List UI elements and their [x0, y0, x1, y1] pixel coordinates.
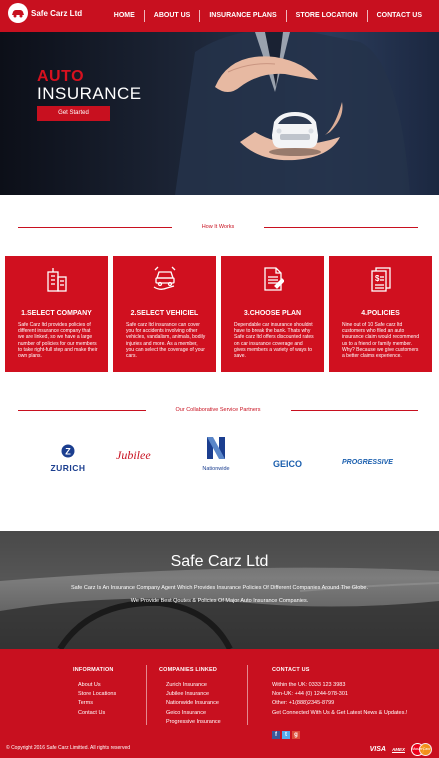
banner-description-1: Safe Carz Is An Insurance Company Agent … — [71, 585, 368, 591]
site-footer: INFORMATION About Us Store Locations Ter… — [0, 649, 439, 758]
hero-banner: AUTO INSURANCE Get Started — [0, 32, 439, 195]
svg-text:$: $ — [375, 274, 380, 283]
partner-nationwide-name: Nationwide — [202, 466, 230, 472]
building-icon — [46, 266, 68, 297]
amex-icon: AMEX — [391, 746, 405, 753]
get-started-button[interactable]: Get Started — [37, 106, 110, 121]
brand-logo[interactable]: Safe Carz Ltd — [8, 3, 82, 23]
partner-zurich-name: ZURICH — [50, 463, 86, 473]
card-choose-plan[interactable]: 3.CHOOSE PLAN Dependable car insurance s… — [221, 256, 324, 372]
footer-link-geico[interactable]: Geico Insurance — [166, 709, 221, 718]
footer-link-contact-us[interactable]: Contact Us — [78, 709, 116, 718]
footer-link-zurich[interactable]: Zurich Insurance — [166, 681, 221, 690]
partners-title: Our Collaborative Service Partners — [175, 407, 261, 413]
brand-name: Safe Carz Ltd — [31, 8, 83, 18]
how-it-works-cards: 1.SELECT COMPANY Safe Carz ltd provides … — [5, 256, 432, 372]
footer-link-nationwide[interactable]: Nationwide Insurance — [166, 699, 221, 708]
footer-contact: CONTACT US Within the UK: 0333 123 3983 … — [272, 667, 407, 718]
card-policies[interactable]: $ 4.POLICIES Nine out of 10 Safe carz lt… — [329, 256, 432, 372]
hero-title-insurance: INSURANCE — [37, 84, 142, 103]
card-text: Nine out of 10 Safe carz ltd customers w… — [342, 322, 419, 360]
nav-menu: HOME ABOUT US INSURANCE PLANS STORE LOCA… — [105, 10, 431, 22]
footer-information: INFORMATION About Us Store Locations Ter… — [73, 667, 116, 718]
about-banner: Safe Carz Ltd Safe Carz Is An Insurance … — [0, 531, 439, 649]
banner-title: Safe Carz Ltd — [170, 553, 269, 570]
card-title: 2.SELECT VEHICIEL — [130, 310, 199, 317]
partner-geico-logo[interactable]: GEICO — [273, 459, 302, 469]
footer-divider — [247, 665, 248, 725]
nav-insurance-plans[interactable]: INSURANCE PLANS — [199, 10, 285, 22]
nationwide-emblem-icon — [207, 437, 225, 459]
nav-about-us[interactable]: ABOUT US — [143, 10, 200, 22]
facebook-icon[interactable]: f — [272, 731, 280, 739]
divider — [18, 409, 146, 411]
mastercard-icon: MasterCard — [411, 743, 433, 756]
footer-link-jubilee[interactable]: Jubilee Insurance — [166, 690, 221, 699]
partner-logos: Z ZURICH Jubilee Nationwide GEICO PROGRE… — [0, 432, 439, 477]
footer-link-progressive[interactable]: Progressive Insurance — [166, 718, 221, 727]
divider — [264, 226, 419, 228]
footer-link-terms[interactable]: Terms — [78, 699, 116, 708]
card-text: Dependable car insurance shouldnt have t… — [234, 322, 314, 360]
document-icon — [262, 266, 285, 297]
partner-nationwide-logo[interactable]: Nationwide — [199, 435, 233, 472]
copyright-text: © Copyright 2016 Safe Carz Limitted. All… — [6, 745, 131, 751]
footer-divider — [146, 665, 147, 725]
partner-jubilee-logo[interactable]: Jubilee — [116, 448, 151, 463]
top-navbar: Safe Carz Ltd HOME ABOUT US INSURANCE PL… — [0, 0, 439, 32]
car-logo-icon — [8, 3, 28, 23]
twitter-icon[interactable]: t — [282, 731, 290, 739]
nav-contact-us[interactable]: CONTACT US — [366, 10, 431, 22]
card-title: 4.POLICIES — [361, 310, 400, 317]
nav-store-location[interactable]: STORE LOCATION — [285, 10, 367, 22]
newsletter-text: Get Connected With Us & Get Latest News … — [272, 709, 408, 716]
card-title: 3.CHOOSE PLAN — [243, 310, 302, 317]
contact-non-uk-phone: Non-UK: +44 (0) 1244-978-301 — [272, 691, 348, 698]
google-plus-icon[interactable]: g — [292, 731, 300, 739]
nav-home[interactable]: HOME — [105, 10, 144, 22]
how-it-works-title: How It Works — [201, 224, 235, 230]
visa-icon: VISA — [369, 746, 386, 753]
partners-heading: Our Collaborative Service Partners — [18, 405, 419, 415]
footer-companies-heading: COMPANIES LINKED — [159, 667, 218, 673]
contact-uk-phone: Within the UK: 0333 123 3983 — [272, 682, 346, 688]
card-text: Safe Carz ltd provides policies of diffe… — [18, 322, 98, 360]
partner-zurich-logo[interactable]: Z ZURICH — [48, 444, 88, 473]
divider — [290, 409, 419, 411]
card-select-company[interactable]: 1.SELECT COMPANY Safe Carz ltd provides … — [5, 256, 108, 372]
banner-description-2: We Provide Best Qoutes & Policies Of Maj… — [130, 598, 309, 604]
social-links: f t g — [272, 731, 300, 739]
card-title: 1.SELECT COMPANY — [21, 310, 92, 317]
card-text: Safe carz ltd insurance can cover you fo… — [126, 322, 206, 360]
zurich-emblem-icon: Z — [61, 444, 75, 458]
footer-contact-heading: CONTACT US — [272, 667, 310, 673]
payment-methods: VISA AMEX MasterCard — [370, 743, 433, 756]
policy-icon: $ — [370, 266, 392, 297]
card-select-vehicle[interactable]: 2.SELECT VEHICIEL Safe carz ltd insuranc… — [113, 256, 216, 372]
svg-text:Z: Z — [65, 447, 71, 457]
how-it-works-heading: How It Works — [18, 222, 419, 232]
contact-other-phone: Other: +1(888)2345-8799 — [272, 700, 335, 707]
divider — [18, 226, 172, 228]
footer-link-about-us[interactable]: About Us — [78, 681, 116, 690]
footer-information-heading: INFORMATION — [73, 667, 114, 673]
car-hand-icon — [152, 266, 178, 297]
footer-companies: COMPANIES LINKED Zurich Insurance Jubile… — [159, 667, 221, 727]
partner-progressive-logo[interactable]: PROGRESSIVE — [342, 459, 393, 466]
footer-link-store-locations[interactable]: Store Locations — [78, 690, 116, 699]
